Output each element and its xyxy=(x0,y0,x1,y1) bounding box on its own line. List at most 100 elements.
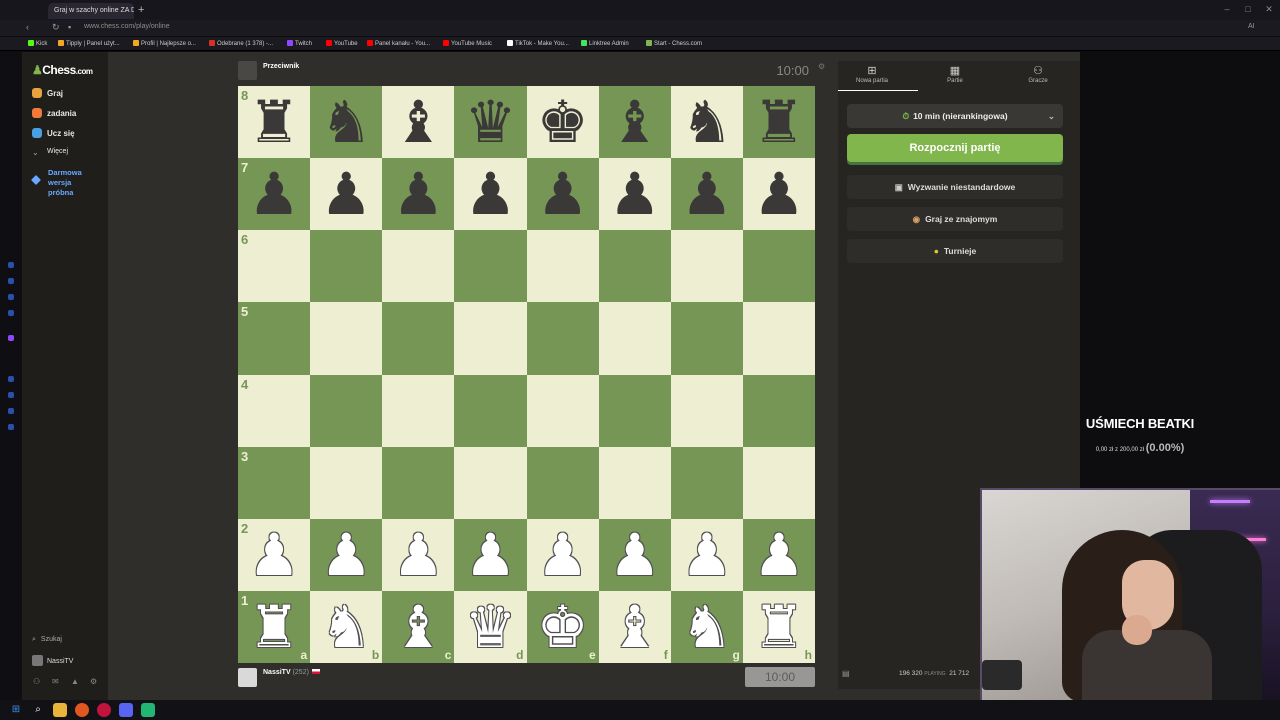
board-settings-icon[interactable]: ⚙ xyxy=(818,62,825,71)
board-square[interactable] xyxy=(526,374,599,447)
board-square[interactable]: 5 xyxy=(238,302,311,375)
board-square[interactable] xyxy=(310,302,383,375)
board-square[interactable] xyxy=(454,446,527,519)
sidebar-item-3[interactable]: ⌄ Więcej xyxy=(32,148,68,158)
board-square[interactable] xyxy=(382,446,455,519)
black-pawn[interactable]: ♟ xyxy=(464,165,516,223)
board-square[interactable] xyxy=(742,302,815,375)
option-button-2[interactable]: ● Turnieje xyxy=(847,239,1063,263)
white-bishop[interactable]: ♝ xyxy=(392,598,444,656)
board-square[interactable]: ♝ xyxy=(382,86,455,159)
white-pawn[interactable]: ♟ xyxy=(392,526,444,584)
board-square[interactable] xyxy=(526,446,599,519)
bookmark-item[interactable]: Tipply | Panel użyt... xyxy=(58,40,120,47)
bookmark-item[interactable]: Odebrane (1 378) -... xyxy=(209,40,273,47)
black-bishop[interactable]: ♝ xyxy=(609,93,661,151)
board-square[interactable] xyxy=(670,446,743,519)
board-square[interactable]: ♟ 2 xyxy=(238,518,311,591)
board-square[interactable] xyxy=(742,374,815,447)
side-panel-icon[interactable] xyxy=(8,310,14,316)
minimize-icon[interactable]: – xyxy=(1222,4,1232,14)
board-square[interactable]: ♟ xyxy=(670,158,743,231)
board-square[interactable]: ♞ xyxy=(670,86,743,159)
board-square[interactable] xyxy=(670,302,743,375)
black-bishop[interactable]: ♝ xyxy=(392,93,444,151)
side-panel-icon[interactable] xyxy=(8,408,14,414)
black-pawn[interactable]: ♟ xyxy=(392,165,444,223)
black-rook[interactable]: ♜ xyxy=(248,93,300,151)
black-knight[interactable]: ♞ xyxy=(320,93,372,151)
chessboard[interactable]: ♜ 8 ♞ ♝ ♛ ♚ ♝ ♞ ♜ ♟ 7 ♟ ♟ ♟ ♟ ♟ ♟ ♟ 6 5 4 3 ♟ 2 ♟ ♟ ♟ ♟ ♟ ♟ ♟ ♜ 1 a ♞ b ♝ c ♛ d… xyxy=(238,86,815,663)
board-square[interactable]: ♜ h xyxy=(742,590,815,663)
white-pawn[interactable]: ♟ xyxy=(681,526,733,584)
white-pawn[interactable]: ♟ xyxy=(537,526,589,584)
white-rook[interactable]: ♜ xyxy=(248,598,300,656)
sidebar-item-2[interactable]: Ucz się xyxy=(32,128,75,138)
board-square[interactable]: ♟ xyxy=(382,518,455,591)
board-square[interactable]: ♞ b xyxy=(310,590,383,663)
bookmark-item[interactable]: Profil | Najlepsze o... xyxy=(133,40,196,47)
black-pawn[interactable]: ♟ xyxy=(609,165,661,223)
white-knight[interactable]: ♞ xyxy=(681,598,733,656)
close-icon[interactable]: ✕ xyxy=(1264,4,1274,14)
board-square[interactable]: ♝ xyxy=(598,86,671,159)
friends-icon[interactable]: ⚇ xyxy=(33,677,40,686)
board-square[interactable]: ♟ xyxy=(670,518,743,591)
side-panel-icon[interactable] xyxy=(8,424,14,430)
option-button-0[interactable]: ▣ Wyzwanie niestandardowe xyxy=(847,175,1063,199)
board-square[interactable]: ♟ xyxy=(526,158,599,231)
board-square[interactable]: ♛ d xyxy=(454,590,527,663)
board-square[interactable] xyxy=(382,374,455,447)
white-bishop[interactable]: ♝ xyxy=(609,598,661,656)
board-square[interactable]: ♛ xyxy=(454,86,527,159)
sidebar-search[interactable]: ⌕ Szukaj xyxy=(32,636,62,644)
board-square[interactable]: ♝ f xyxy=(598,590,671,663)
board-square[interactable]: ♟ xyxy=(454,518,527,591)
file-explorer-icon[interactable] xyxy=(53,703,67,717)
new-tab-button[interactable]: + xyxy=(138,4,144,16)
white-knight[interactable]: ♞ xyxy=(320,598,372,656)
board-square[interactable] xyxy=(382,302,455,375)
black-knight[interactable]: ♞ xyxy=(681,93,733,151)
opera-icon[interactable] xyxy=(97,703,111,717)
side-panel-icon[interactable] xyxy=(8,376,14,382)
black-pawn[interactable]: ♟ xyxy=(681,165,733,223)
board-square[interactable]: ♟ xyxy=(526,518,599,591)
white-pawn[interactable]: ♟ xyxy=(609,526,661,584)
black-queen[interactable]: ♛ xyxy=(464,93,516,151)
board-square[interactable]: ♝ c xyxy=(382,590,455,663)
tab-1[interactable]: ▦ Partie xyxy=(915,64,995,84)
start-game-button[interactable]: Rozpocznij partię xyxy=(847,134,1063,162)
black-pawn[interactable]: ♟ xyxy=(248,165,300,223)
side-panel-icon[interactable] xyxy=(8,392,14,398)
board-square[interactable] xyxy=(454,302,527,375)
sidebar-item-0[interactable]: Graj xyxy=(32,88,63,98)
board-square[interactable] xyxy=(526,230,599,303)
board-square[interactable]: ♟ 7 xyxy=(238,158,311,231)
board-square[interactable]: ♜ xyxy=(742,86,815,159)
black-rook[interactable]: ♜ xyxy=(753,93,805,151)
chess-logo[interactable]: ♟Chess.com xyxy=(32,63,93,77)
board-square[interactable] xyxy=(382,230,455,303)
white-rook[interactable]: ♜ xyxy=(753,598,805,656)
time-control-select[interactable]: ⏱ 10 min (nierankingowa) ⌄ xyxy=(847,104,1063,128)
board-square[interactable]: ♟ xyxy=(310,158,383,231)
bookmark-item[interactable]: TikTok - Make You... xyxy=(507,40,569,47)
board-square[interactable]: ♞ g xyxy=(670,590,743,663)
tab-0[interactable]: ⊞ Nowa partia xyxy=(832,64,912,84)
bell-icon[interactable]: ▲ xyxy=(71,677,79,686)
board-square[interactable] xyxy=(310,446,383,519)
messages-icon[interactable]: ✉ xyxy=(52,677,59,686)
board-square[interactable]: ♟ xyxy=(742,518,815,591)
board-square[interactable]: ♜ 1 a xyxy=(238,590,311,663)
board-square[interactable] xyxy=(598,230,671,303)
board-square[interactable]: ♟ xyxy=(310,518,383,591)
board-square[interactable] xyxy=(454,230,527,303)
sidebar-item-1[interactable]: zadania xyxy=(32,108,76,118)
app-icon[interactable] xyxy=(141,703,155,717)
black-pawn[interactable]: ♟ xyxy=(753,165,805,223)
side-panel-icon[interactable] xyxy=(8,262,14,268)
board-square[interactable]: ♚ e xyxy=(526,590,599,663)
chat-icon[interactable]: ▤ xyxy=(842,669,850,678)
bookmark-item[interactable]: Panel kanału - You... xyxy=(367,40,430,47)
